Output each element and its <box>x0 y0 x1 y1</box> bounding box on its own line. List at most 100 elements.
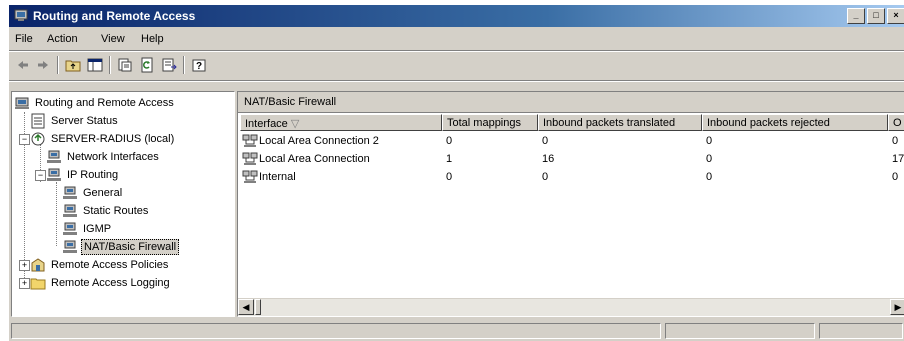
cell-inbound-translated: 0 <box>542 171 549 183</box>
igmp-icon <box>63 222 77 235</box>
cell-interface: Local Area Connection <box>259 153 370 165</box>
cell-interface: Local Area Connection 2 <box>259 135 379 147</box>
status-panel <box>665 323 815 339</box>
column-header-outbound[interactable]: O <box>888 114 904 131</box>
menu-help[interactable]: Help <box>141 33 164 45</box>
menu-view-label: View <box>101 33 125 45</box>
tree-label: IGMP <box>83 223 112 235</box>
cell-outbound: 17 <box>892 153 904 165</box>
server-status-icon <box>31 113 45 129</box>
table-row[interactable]: Local Area Connection <box>242 150 370 168</box>
tree-label: Remote Access Logging <box>51 277 170 289</box>
close-button[interactable]: × <box>887 8 904 24</box>
folder-icon <box>30 278 46 290</box>
collapse-icon[interactable]: − <box>35 170 46 181</box>
column-label: Inbound packets rejected <box>707 117 830 129</box>
network-interfaces-icon <box>47 150 61 163</box>
column-label: O <box>893 117 902 129</box>
toolbar-separator <box>57 56 59 74</box>
toolbar: ? <box>9 52 904 78</box>
cell-inbound-rejected: 0 <box>706 171 713 183</box>
horizontal-scrollbar[interactable]: ◀ ▶ <box>238 298 904 316</box>
interface-icon <box>242 170 258 184</box>
properties-icon[interactable] <box>115 55 135 75</box>
title-bar[interactable]: Routing and Remote Access _ □ × <box>9 5 904 27</box>
column-header-inbound-rejected[interactable]: Inbound packets rejected <box>702 114 888 131</box>
tree-item-ip-routing[interactable]: IP Routing <box>46 166 120 184</box>
scroll-right-button[interactable]: ▶ <box>890 299 904 315</box>
tree-item-server-radius[interactable]: SERVER-RADIUS (local) <box>30 130 176 148</box>
forward-arrow-icon[interactable] <box>33 55 53 75</box>
tree-item-server-status[interactable]: Server Status <box>30 112 120 130</box>
tree-label: Routing and Remote Access <box>35 97 174 109</box>
tree-label: Server Status <box>51 115 118 127</box>
expand-icon[interactable]: + <box>19 260 30 271</box>
back-arrow-icon[interactable] <box>13 55 33 75</box>
column-header-inbound-translated[interactable]: Inbound packets translated <box>538 114 702 131</box>
scroll-thumb[interactable] <box>255 299 261 315</box>
status-panel-main <box>11 323 661 339</box>
cell-interface: Internal <box>259 171 296 183</box>
maximize-button[interactable]: □ <box>867 8 885 24</box>
tree-item-root[interactable]: Routing and Remote Access <box>14 94 176 112</box>
details-pane: NAT/Basic Firewall Interface ▽ Total map… <box>237 91 904 317</box>
refresh-icon[interactable] <box>137 55 157 75</box>
column-header-total-mappings[interactable]: Total mappings <box>442 114 538 131</box>
expand-icon[interactable]: + <box>19 278 30 289</box>
nat-firewall-icon <box>63 240 77 253</box>
up-folder-icon[interactable] <box>63 55 83 75</box>
interface-icon <box>242 152 258 166</box>
toolbar-separator <box>183 56 185 74</box>
interface-icon <box>242 134 258 148</box>
show-hide-tree-icon[interactable] <box>85 55 105 75</box>
menu-action[interactable]: Action <box>47 33 78 45</box>
cell-outbound: 0 <box>892 171 899 183</box>
cell-inbound-translated: 0 <box>542 135 549 147</box>
status-panel <box>819 323 903 339</box>
cell-total-mappings: 1 <box>446 153 453 165</box>
toolbar-separator-line <box>9 80 904 82</box>
tree-item-general[interactable]: General <box>62 184 124 202</box>
table-row[interactable]: Internal <box>242 168 296 186</box>
tree-label: General <box>83 187 123 199</box>
column-label: Inbound packets translated <box>543 117 676 129</box>
export-list-icon[interactable] <box>159 55 179 75</box>
policies-icon <box>31 258 45 272</box>
console-tree: Routing and Remote Access Server Status … <box>11 91 235 317</box>
tree-item-network-interfaces[interactable]: Network Interfaces <box>46 148 161 166</box>
menu-help-label: Help <box>141 33 164 45</box>
cell-inbound-translated: 16 <box>542 153 555 165</box>
main-window: Routing and Remote Access _ □ × File Act… <box>8 4 904 341</box>
minimize-button[interactable]: _ <box>847 8 865 24</box>
tree-label: Static Routes <box>83 205 149 217</box>
tree-item-remote-access-logging[interactable]: Remote Access Logging <box>30 274 172 292</box>
tree-item-remote-access-policies[interactable]: Remote Access Policies <box>30 256 170 274</box>
server-up-icon <box>31 132 45 146</box>
tree-item-igmp[interactable]: IGMP <box>62 220 113 238</box>
window-title: Routing and Remote Access <box>33 9 196 23</box>
panel-title: NAT/Basic Firewall <box>244 96 337 108</box>
general-icon <box>63 186 77 199</box>
ip-routing-icon <box>47 168 61 181</box>
svg-text:?: ? <box>196 61 202 72</box>
tree-label: Remote Access Policies <box>51 259 169 271</box>
collapse-icon[interactable]: − <box>19 134 30 145</box>
column-header-interface[interactable]: Interface ▽ <box>240 114 442 131</box>
help-icon[interactable]: ? <box>189 55 209 75</box>
tree-label: Network Interfaces <box>67 151 159 163</box>
status-bar <box>9 321 904 341</box>
menu-view[interactable]: View <box>101 33 125 45</box>
tree-item-static-routes[interactable]: Static Routes <box>62 202 150 220</box>
scroll-left-button[interactable]: ◀ <box>238 299 254 315</box>
cell-outbound: 0 <box>892 135 899 147</box>
cell-inbound-rejected: 0 <box>706 153 713 165</box>
panel-header: NAT/Basic Firewall <box>238 92 904 113</box>
tree-item-nat-basic-firewall[interactable]: NAT/Basic Firewall <box>62 238 180 256</box>
tree-label: IP Routing <box>67 169 119 181</box>
server-icon <box>15 97 29 109</box>
column-label: Total mappings <box>447 117 521 129</box>
tree-label: SERVER-RADIUS (local) <box>51 133 175 145</box>
tree-label: NAT/Basic Firewall <box>81 239 180 255</box>
table-row[interactable]: Local Area Connection 2 <box>242 132 379 150</box>
menu-file[interactable]: File <box>15 33 33 45</box>
